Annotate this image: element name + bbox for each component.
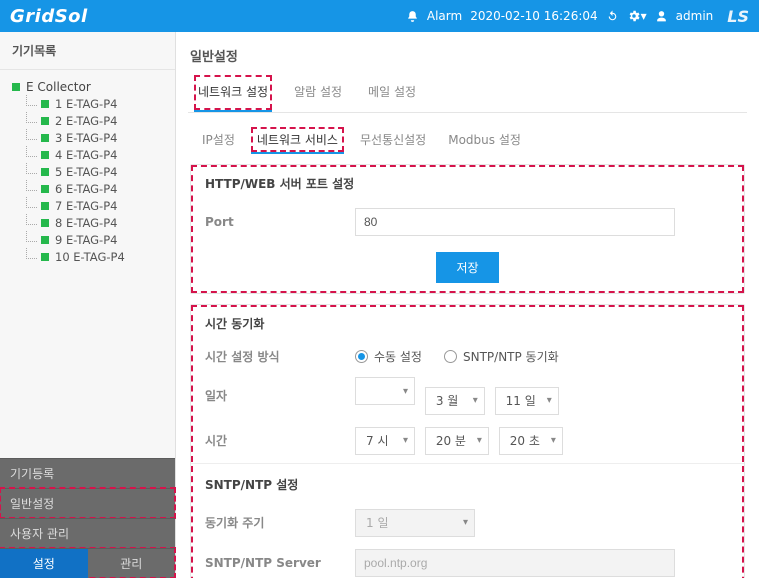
refresh-icon[interactable]: [606, 10, 619, 23]
sntp-section-title: SNTP/NTP 설정: [191, 466, 744, 503]
hour-select[interactable]: 7 시: [355, 427, 415, 455]
day-select[interactable]: 11 일: [495, 387, 559, 415]
subtab-ip[interactable]: IP설정: [196, 127, 241, 154]
bottom-tab-users[interactable]: 사용자 관리: [0, 518, 175, 548]
tree-root[interactable]: E Collector 1 E-TAG-P42 E-TAG-P43 E-TAG-…: [12, 80, 169, 264]
main-content: 일반설정 네트워크 설정 알람 설정 메일 설정 IP설정 네트워크 서비스 무…: [176, 32, 759, 578]
tree-item[interactable]: 8 E-TAG-P4: [26, 216, 169, 230]
radio-sntp[interactable]: SNTP/NTP 동기화: [444, 348, 559, 365]
tree-item[interactable]: 10 E-TAG-P4: [26, 250, 169, 264]
tree-item[interactable]: 6 E-TAG-P4: [26, 182, 169, 196]
page-title: 일반설정: [188, 42, 747, 75]
sntp-server-label: SNTP/NTP Server: [205, 556, 355, 570]
date-label: 일자: [205, 387, 355, 404]
top-tabs: 네트워크 설정 알람 설정 메일 설정: [188, 75, 747, 113]
time-label: 시간: [205, 432, 355, 449]
status-square-icon: [41, 202, 49, 210]
tree-item[interactable]: 1 E-TAG-P4: [26, 97, 169, 111]
second-select[interactable]: 20 초: [499, 427, 563, 455]
radio-manual[interactable]: 수동 설정: [355, 348, 422, 365]
port-label: Port: [205, 215, 355, 229]
bell-icon[interactable]: [406, 10, 419, 23]
radio-icon: [444, 350, 457, 363]
sidebar-bottom-tabs: 기기등록 일반설정 사용자 관리 설정 관리: [0, 458, 175, 578]
month-select[interactable]: 3 월: [425, 387, 485, 415]
time-panel-title: 시간 동기화: [191, 305, 744, 342]
header-username: admin: [676, 9, 714, 23]
bottom-tab-device-register[interactable]: 기기등록: [0, 458, 175, 488]
user-icon[interactable]: [655, 10, 668, 23]
radio-icon: [355, 350, 368, 363]
tree-item[interactable]: 7 E-TAG-P4: [26, 199, 169, 213]
sidebar: 기기목록 E Collector 1 E-TAG-P42 E-TAG-P43 E…: [0, 32, 176, 578]
status-square-icon: [41, 100, 49, 108]
status-square-icon: [41, 151, 49, 159]
sub-tabs: IP설정 네트워크 서비스 무선통신설정 Modbus 설정: [188, 119, 747, 164]
port-input[interactable]: [355, 208, 675, 236]
year-select[interactable]: [355, 377, 415, 405]
status-square-icon: [41, 117, 49, 125]
status-square-icon: [12, 83, 20, 91]
tree-item[interactable]: 9 E-TAG-P4: [26, 233, 169, 247]
status-square-icon: [41, 185, 49, 193]
minute-select[interactable]: 20 분: [425, 427, 489, 455]
header-right: Alarm 2020-02-10 16:26:04 ▾ admin LS: [406, 7, 749, 26]
brand-logo: GridSol: [10, 6, 88, 27]
sntp-server-input[interactable]: [355, 549, 675, 577]
tab-alarm[interactable]: 알람 설정: [290, 75, 346, 112]
save-button[interactable]: 저장: [436, 252, 498, 283]
sync-cycle-select[interactable]: 1 일: [355, 509, 475, 537]
http-panel: HTTP/WEB 서버 포트 설정 Port 저장: [190, 164, 745, 294]
bottom-main-settings[interactable]: 설정: [0, 548, 88, 578]
sync-cycle-label: 동기화 주기: [205, 514, 355, 531]
subtab-modbus[interactable]: Modbus 설정: [442, 127, 527, 154]
subtab-network-service[interactable]: 네트워크 서비스: [251, 127, 344, 154]
time-mode-label: 시간 설정 방식: [205, 348, 355, 365]
time-panel: 시간 동기화 시간 설정 방식 수동 설정 SNTP/NTP 동기화 일자: [190, 304, 745, 578]
header-datetime: 2020-02-10 16:26:04: [470, 9, 597, 23]
status-square-icon: [41, 134, 49, 142]
gear-icon[interactable]: ▾: [627, 9, 647, 23]
app-header: GridSol Alarm 2020-02-10 16:26:04 ▾ admi…: [0, 0, 759, 32]
ls-logo: LS: [721, 7, 749, 26]
tree-item[interactable]: 3 E-TAG-P4: [26, 131, 169, 145]
alarm-label: Alarm: [427, 9, 462, 23]
tree-item[interactable]: 2 E-TAG-P4: [26, 114, 169, 128]
tab-mail[interactable]: 메일 설정: [364, 75, 420, 112]
tab-network[interactable]: 네트워크 설정: [194, 75, 272, 112]
status-square-icon: [41, 236, 49, 244]
device-tree: E Collector 1 E-TAG-P42 E-TAG-P43 E-TAG-…: [0, 70, 175, 458]
http-panel-title: HTTP/WEB 서버 포트 설정: [191, 165, 744, 202]
bottom-tab-general[interactable]: 일반설정: [0, 488, 175, 518]
status-square-icon: [41, 168, 49, 176]
tree-item[interactable]: 4 E-TAG-P4: [26, 148, 169, 162]
tree-item[interactable]: 5 E-TAG-P4: [26, 165, 169, 179]
status-square-icon: [41, 219, 49, 227]
subtab-wireless[interactable]: 무선통신설정: [354, 127, 432, 154]
bottom-main-manage[interactable]: 관리: [88, 548, 176, 578]
sidebar-title: 기기목록: [0, 32, 175, 70]
status-square-icon: [41, 253, 49, 261]
